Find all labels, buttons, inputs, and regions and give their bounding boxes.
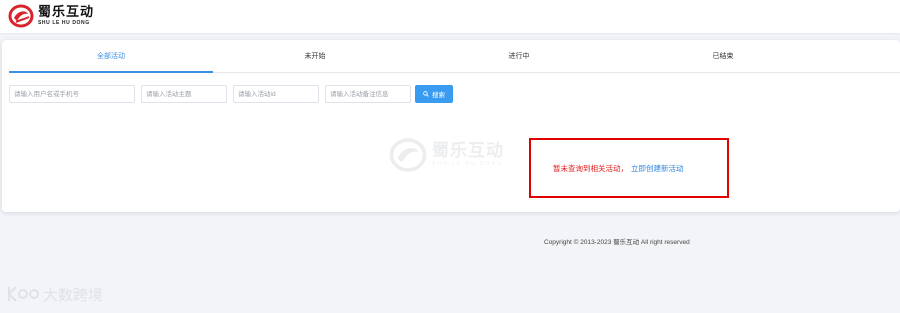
empty-logo-title: 蜀乐互动 xyxy=(432,141,504,161)
active-tab-indicator xyxy=(9,71,213,73)
copyright-footer: Copyright © 2013-2023 蜀乐互动 All right res… xyxy=(544,239,690,246)
logo-subtitle: SHU LE HU DONG xyxy=(38,20,90,26)
tab-all[interactable]: 全部活动 xyxy=(9,40,213,73)
corner-watermark: 大数跨境 xyxy=(6,283,103,305)
create-activity-link[interactable]: 立即创建新活动 xyxy=(631,163,684,174)
logo-swirl-icon xyxy=(8,4,34,28)
activity-note-input[interactable] xyxy=(325,85,411,103)
activity-tabs: 全部活动 未开始 进行中 已结束 xyxy=(9,40,900,73)
logo-swirl-icon xyxy=(389,138,427,172)
tab-in-progress[interactable]: 进行中 xyxy=(417,40,621,73)
tab-ended[interactable]: 已结束 xyxy=(621,40,825,73)
subject-input[interactable] xyxy=(141,85,227,103)
empty-state-message: 暂未查询到相关活动， xyxy=(553,163,628,173)
empty-state-logo: 蜀乐互动 SHU LE HU DONG xyxy=(388,135,518,175)
activity-panel: 全部活动 未开始 进行中 已结束 搜索 蜀乐互动 SHU LE HU DONG … xyxy=(2,40,900,212)
top-bar: 蜀乐互动 SHU LE HU DONG xyxy=(0,0,900,33)
brand-logo[interactable]: 蜀乐互动 SHU LE HU DONG xyxy=(8,4,94,28)
tab-not-started[interactable]: 未开始 xyxy=(213,40,417,73)
activity-id-input[interactable] xyxy=(233,85,319,103)
empty-state-message-box: 暂未查询到相关活动， 立即创建新活动 xyxy=(529,138,729,198)
watermark-logo-icon xyxy=(8,286,39,302)
search-button[interactable]: 搜索 xyxy=(415,85,453,103)
empty-logo-subtitle: SHU LE HU DONG xyxy=(432,161,504,167)
search-button-label: 搜索 xyxy=(432,92,445,99)
corner-watermark-text: 大数跨境 xyxy=(43,285,104,304)
logo-title: 蜀乐互动 xyxy=(38,5,95,20)
search-icon xyxy=(423,91,429,97)
user-search-input[interactable] xyxy=(9,85,135,103)
